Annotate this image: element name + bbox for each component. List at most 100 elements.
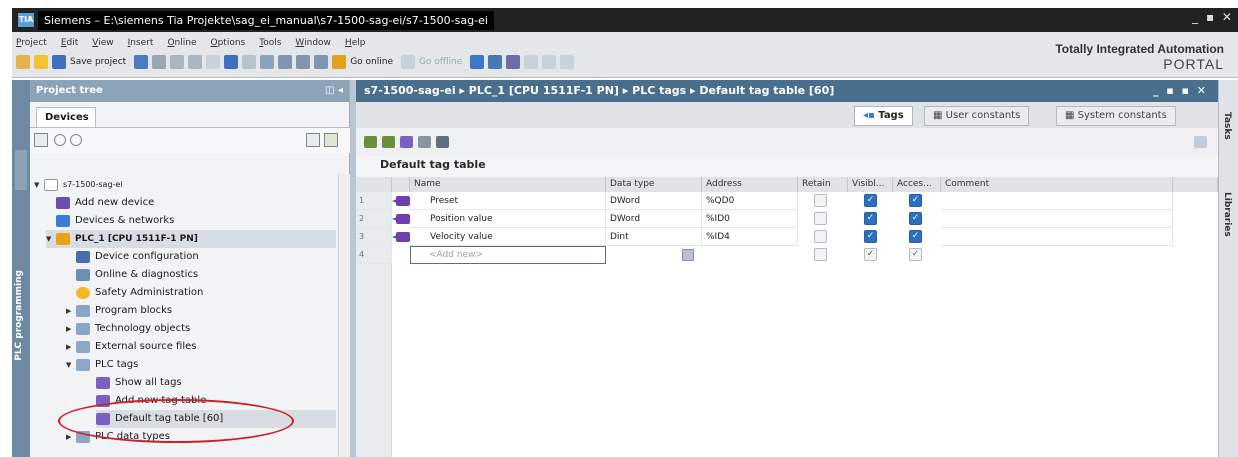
menu-tools[interactable]: Tools (259, 38, 281, 48)
collapse-tree-icon[interactable]: ◫ ◂ (325, 80, 343, 102)
cross-reference-icon[interactable] (524, 55, 539, 69)
menu-project[interactable]: Project (16, 38, 47, 48)
tree-back-icon[interactable] (54, 134, 66, 146)
save-project-button[interactable]: Save project (70, 57, 126, 67)
tree-forward-icon[interactable] (70, 134, 82, 146)
tree-item-online-diagnostics[interactable]: Online & diagnostics (76, 266, 198, 284)
paste-icon[interactable] (188, 55, 203, 69)
tab-system-constants[interactable]: ▦ System constants (1056, 106, 1176, 126)
menu-options[interactable]: Options (211, 38, 246, 48)
redo-icon[interactable] (242, 55, 257, 69)
tab-tasks[interactable]: Tasks (1222, 112, 1232, 140)
tree-item-plc-tags[interactable]: ▼ PLC tags (66, 356, 138, 374)
stop-cpu-icon[interactable] (506, 55, 521, 69)
accessible-checkbox[interactable]: ✓ (909, 248, 922, 261)
compile-icon[interactable] (260, 55, 275, 69)
address-cell[interactable]: %ID4 (702, 228, 798, 246)
tree-item-project[interactable]: ▼ s7-1500-sag-ei (34, 176, 123, 194)
go-online-button[interactable]: Go online (350, 57, 393, 67)
retain-checkbox[interactable] (814, 248, 827, 261)
tab-tags[interactable]: ◂▪ Tags (854, 106, 913, 126)
row-number[interactable]: 3 (356, 228, 392, 246)
visible-checkbox[interactable]: ✓ (864, 194, 877, 207)
accessible-checkbox[interactable]: ✓ (909, 194, 922, 207)
visible-checkbox[interactable]: ✓ (864, 212, 877, 225)
col-visible[interactable]: Visibl... (848, 177, 893, 192)
visible-checkbox[interactable]: ✓ (864, 230, 877, 243)
accessible-checkbox[interactable]: ✓ (909, 212, 922, 225)
link-editor-icon[interactable] (324, 133, 338, 147)
monitor-icon[interactable] (418, 136, 431, 148)
split-editor-vertical-icon[interactable] (560, 55, 575, 69)
tag-name-cell[interactable]: Velocity value (410, 228, 606, 246)
tree-item-devices-networks[interactable]: Devices & networks (56, 212, 174, 230)
save-icon[interactable] (52, 55, 66, 69)
menu-online[interactable]: Online (167, 38, 196, 48)
overview-toggle-icon[interactable] (1194, 136, 1207, 148)
data-type-dropdown-icon[interactable] (682, 249, 694, 261)
expand-arrow-icon[interactable]: ▼ (34, 176, 44, 194)
retain-checkbox[interactable] (814, 212, 827, 225)
print-icon[interactable] (134, 55, 149, 69)
retain-checkbox[interactable] (814, 194, 827, 207)
menu-edit[interactable]: Edit (61, 38, 78, 48)
tree-item-safety-administration[interactable]: Safety Administration (76, 284, 203, 302)
tree-scrollbar[interactable] (338, 174, 350, 457)
col-accessible[interactable]: Acces... (893, 177, 941, 192)
add-new-tag-input[interactable]: <Add new> (410, 246, 606, 264)
tag-name-cell[interactable]: Preset (410, 192, 606, 210)
comment-cell[interactable] (941, 228, 1173, 246)
cut-icon[interactable] (152, 55, 167, 69)
expand-arrow-icon[interactable]: ▶ (66, 320, 76, 338)
upload-icon[interactable] (296, 55, 311, 69)
row-number[interactable]: 2 (356, 210, 392, 228)
window-controls[interactable]: _ ▪ ✕ (1192, 10, 1234, 24)
menu-help[interactable]: Help (345, 38, 366, 48)
tree-item-plc1[interactable]: ▼ PLC_1 [CPU 1511F-1 PN] (46, 230, 336, 248)
split-editor-icon[interactable] (542, 55, 557, 69)
col-address[interactable]: Address (702, 177, 798, 192)
tab-user-constants[interactable]: ▦ User constants (924, 106, 1030, 126)
comment-cell[interactable] (941, 192, 1173, 210)
delete-icon[interactable] (206, 55, 221, 69)
tree-item-add-new-device[interactable]: Add new device (56, 194, 154, 212)
data-type-cell[interactable]: DWord (606, 192, 702, 210)
overview-icon[interactable] (306, 133, 320, 147)
tab-devices[interactable]: Devices (36, 107, 96, 127)
filter-icon[interactable] (436, 136, 449, 148)
open-project-icon[interactable] (34, 55, 48, 69)
start-cpu-icon[interactable] (488, 55, 503, 69)
tree-item-program-blocks[interactable]: ▶ Program blocks (66, 302, 172, 320)
col-retain[interactable]: Retain (798, 177, 848, 192)
panel-grip[interactable] (15, 150, 27, 190)
col-name[interactable]: Name (410, 177, 606, 192)
tag-name-cell[interactable]: Position value (410, 210, 606, 228)
row-number[interactable]: 1 (356, 192, 392, 210)
expand-arrow-icon[interactable]: ▶ (66, 302, 76, 320)
go-online-icon[interactable] (332, 55, 347, 69)
expand-arrow-icon[interactable]: ▶ (66, 338, 76, 356)
export-icon[interactable] (400, 136, 413, 148)
tab-libraries[interactable]: Libraries (1222, 192, 1232, 237)
menu-insert[interactable]: Insert (128, 38, 154, 48)
go-offline-button[interactable]: Go offline (419, 57, 462, 67)
tree-item-show-all-tags[interactable]: Show all tags (96, 374, 182, 392)
data-type-cell[interactable]: DWord (606, 210, 702, 228)
undo-icon[interactable] (224, 55, 239, 69)
visible-checkbox[interactable]: ✓ (864, 248, 877, 261)
expand-arrow-icon[interactable]: ▼ (66, 356, 76, 374)
row-number[interactable]: 4 (356, 246, 392, 264)
tree-view-icon[interactable] (34, 133, 48, 147)
accessible-checkbox[interactable]: ✓ (909, 230, 922, 243)
accessible-devices-icon[interactable] (470, 55, 485, 69)
col-data-type[interactable]: Data type (606, 177, 702, 192)
download-icon[interactable] (278, 55, 293, 69)
new-project-icon[interactable] (16, 55, 30, 69)
editor-window-controls[interactable]: _ ▪ ▪ ✕ (1153, 80, 1208, 102)
breadcrumb[interactable]: s7-1500-sag-ei ▸ PLC_1 [CPU 1511F-1 PN] … (364, 84, 834, 97)
go-offline-icon[interactable] (401, 55, 415, 69)
menu-window[interactable]: Window (295, 38, 331, 48)
insert-row-icon[interactable] (364, 136, 377, 148)
retain-checkbox[interactable] (814, 230, 827, 243)
tree-item-technology-objects[interactable]: ▶ Technology objects (66, 320, 190, 338)
